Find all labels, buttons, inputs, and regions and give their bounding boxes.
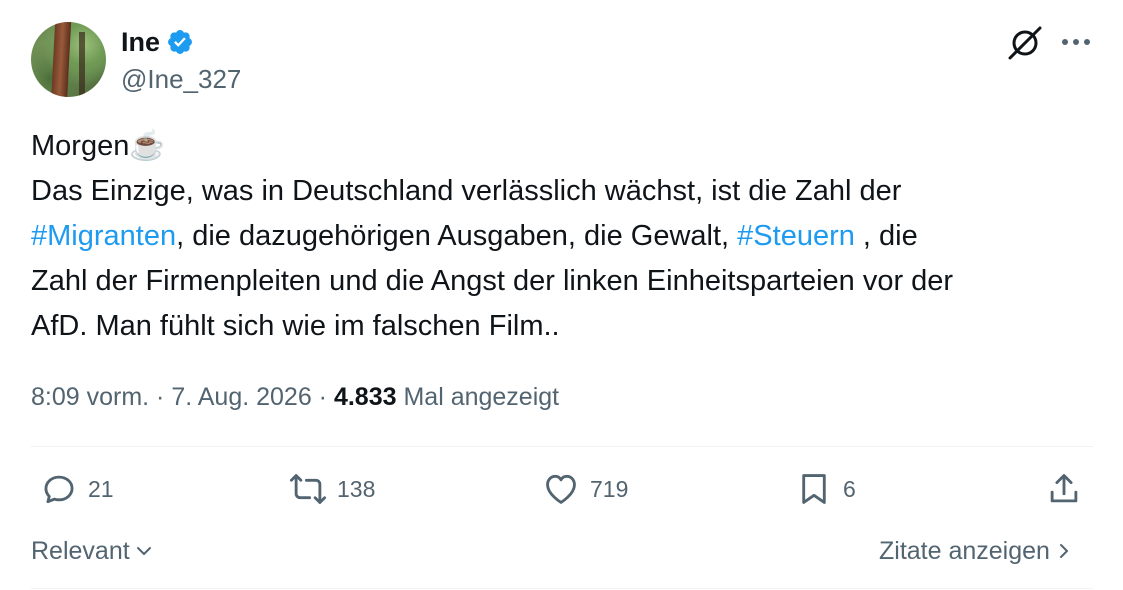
tweet-line: Morgen☕ <box>31 130 166 162</box>
chevron-right-icon <box>1059 544 1068 558</box>
tweet-text-segment: , die dazugehörigen Ausgaben, die Gewalt… <box>176 220 738 252</box>
sort-label: Relevant <box>31 537 130 565</box>
divider <box>31 588 1093 589</box>
meta-separator: · <box>149 383 172 411</box>
like-button[interactable]: 719 <box>542 470 628 508</box>
repost-count: 138 <box>337 475 376 502</box>
avatar-image-trunk <box>50 22 72 97</box>
more-icon[interactable] <box>1058 28 1094 56</box>
tweet-meta: 8:09 vorm. · 7. Aug. 2026 · 4.833 Mal an… <box>31 380 559 414</box>
tweet-line: AfD. Man fühlt sich wie im falschen Film… <box>31 310 560 342</box>
reply-button[interactable]: 21 <box>40 470 114 508</box>
heart-icon <box>546 474 576 504</box>
verified-badge-icon[interactable] <box>166 28 194 56</box>
action-bar: 21 138 719 6 <box>0 470 1123 514</box>
tweet-line: #Migranten, die dazugehörigen Ausgaben, … <box>31 214 1101 259</box>
reply-count: 21 <box>88 475 114 502</box>
hashtag-link[interactable]: #Steuern <box>737 220 855 252</box>
avatar-image-branch <box>79 32 85 97</box>
grok-icon[interactable] <box>1006 24 1044 62</box>
bookmark-icon <box>802 474 826 504</box>
author-name[interactable]: Ine <box>121 25 160 59</box>
quotes-label: Zitate anzeigen <box>879 537 1050 565</box>
author-handle[interactable]: @Ine_327 <box>121 63 241 95</box>
reply-icon <box>44 475 74 504</box>
tweet-text: Morgen☕ Das Einzige, was in Deutschland … <box>31 124 1101 349</box>
bookmark-count: 6 <box>843 475 856 502</box>
sort-replies-dropdown[interactable]: Relevant <box>31 534 154 568</box>
view-quotes-link[interactable]: Zitate anzeigen <box>879 534 1074 568</box>
tweet-line: Zahl der Firmenpleiten und die Angst der… <box>31 265 954 297</box>
view-count-label: Mal angezeigt <box>396 383 560 411</box>
repost-icon <box>289 474 327 504</box>
tweet-time[interactable]: 8:09 vorm. <box>31 383 149 411</box>
divider <box>31 446 1093 447</box>
share-icon <box>1050 474 1078 503</box>
hashtag-link[interactable]: #Migranten <box>31 220 176 252</box>
tweet-line: Das Einzige, was in Deutschland verlässl… <box>31 175 902 207</box>
like-count: 719 <box>590 475 629 502</box>
avatar[interactable] <box>31 22 106 97</box>
tweet-date[interactable]: 7. Aug. 2026 <box>171 383 311 411</box>
repost-button[interactable]: 138 <box>289 470 375 508</box>
tweet-text-segment: , die <box>854 220 918 252</box>
share-button[interactable] <box>1045 470 1083 508</box>
bookmark-button[interactable]: 6 <box>795 470 856 508</box>
chevron-down-icon <box>136 547 151 555</box>
meta-separator: · <box>311 383 334 411</box>
view-count: 4.833 <box>333 383 397 411</box>
author-name-row[interactable]: Ine <box>121 25 194 59</box>
